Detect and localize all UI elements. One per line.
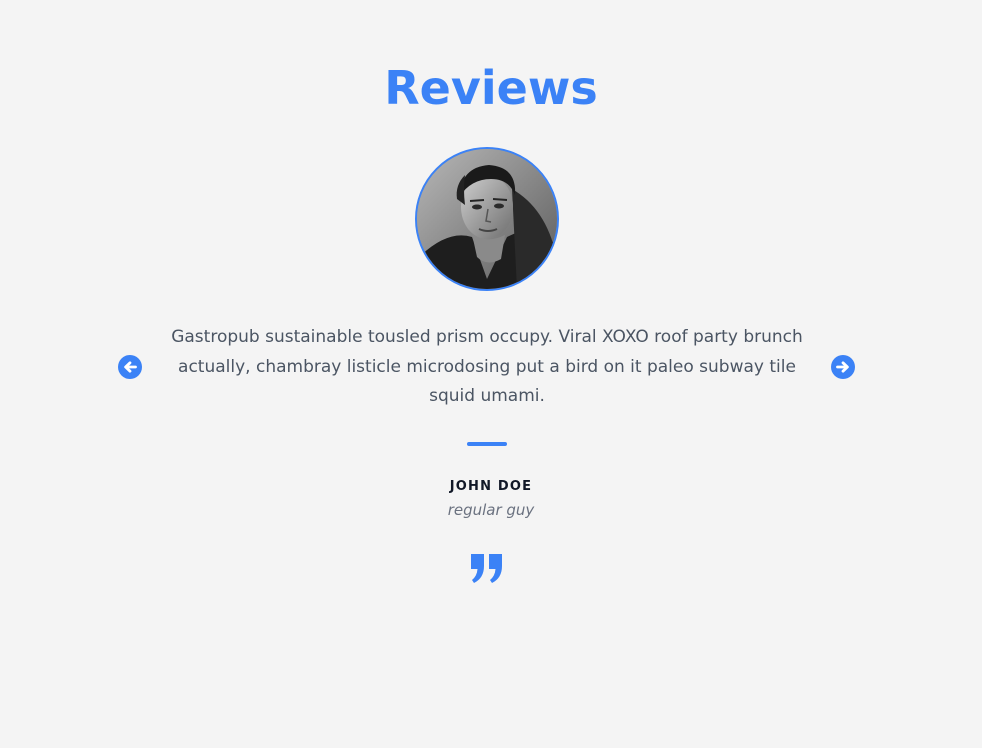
- arrow-right-circle-icon: [836, 361, 849, 373]
- reviewer-role: regular guy: [447, 501, 535, 519]
- page-title: Reviews: [384, 61, 598, 115]
- avatar: [415, 147, 559, 291]
- avatar-photo: [417, 149, 557, 289]
- review-text: Gastropub sustainable tousled prism occu…: [171, 327, 803, 406]
- prev-review-button[interactable]: [118, 355, 142, 379]
- divider: [467, 442, 507, 446]
- quote-icon: [470, 553, 504, 583]
- reviewer-name: JOHN DOE: [449, 479, 533, 494]
- next-review-button[interactable]: [831, 355, 855, 379]
- arrow-left-circle-icon: [124, 361, 137, 373]
